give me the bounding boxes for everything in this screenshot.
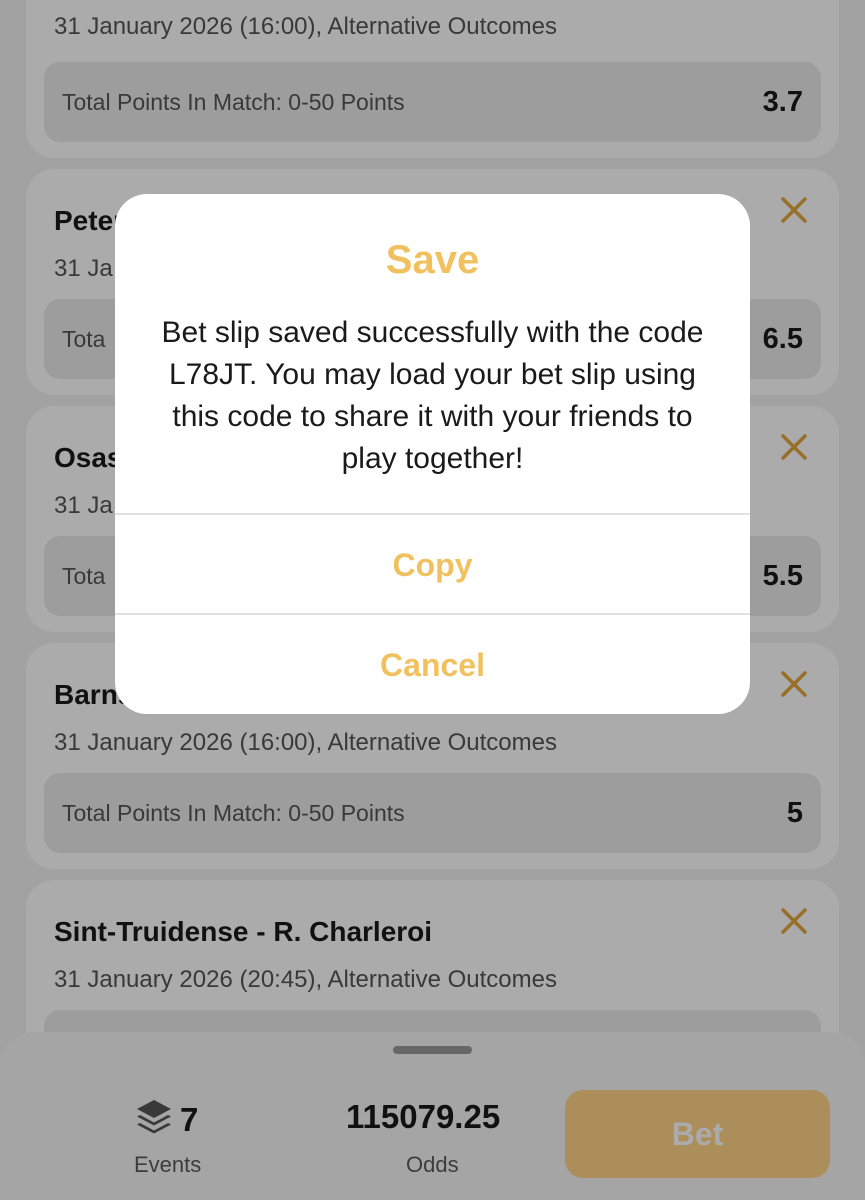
- save-dialog: Save Bet slip saved successfully with th…: [115, 194, 750, 714]
- divider: [115, 613, 750, 615]
- divider: [115, 513, 750, 515]
- copy-button[interactable]: Copy: [115, 516, 750, 614]
- cancel-button[interactable]: Cancel: [115, 616, 750, 714]
- dialog-message: Bet slip saved successfully with the cod…: [161, 316, 704, 475]
- dialog-title: Save: [385, 238, 480, 282]
